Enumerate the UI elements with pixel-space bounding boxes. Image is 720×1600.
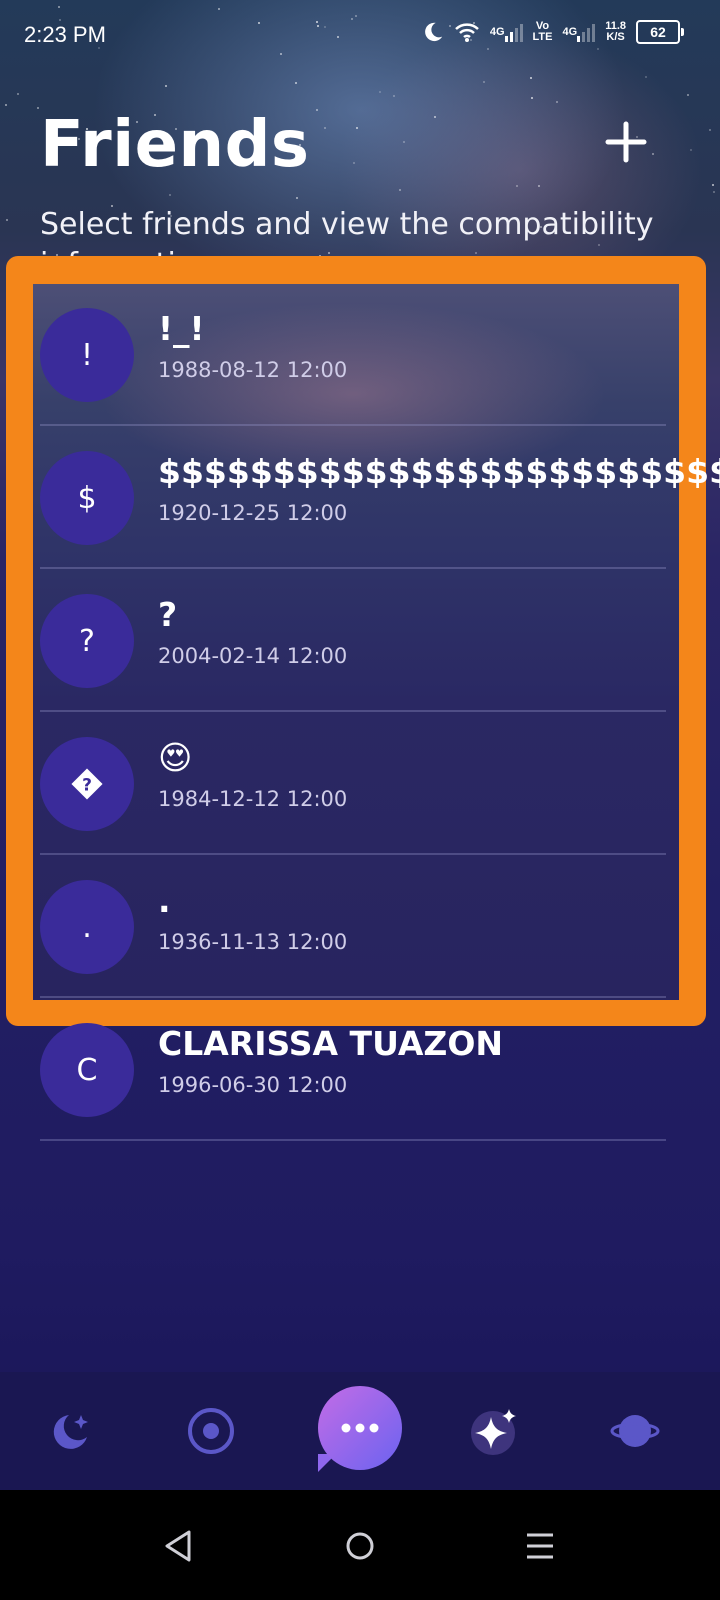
star bbox=[530, 77, 532, 79]
friend-birthdate: 1920-12-25 12:00 bbox=[158, 501, 348, 525]
moon-stars-icon bbox=[53, 1415, 88, 1449]
wifi-icon bbox=[454, 21, 480, 43]
replacement-char-icon: ? bbox=[71, 768, 103, 800]
sparkle-icon bbox=[471, 1409, 516, 1455]
friend-birthdate: 2004-02-14 12:00 bbox=[158, 644, 348, 668]
home-button[interactable] bbox=[332, 1518, 388, 1574]
friend-row[interactable]: . . 1936-11-13 12:00 bbox=[40, 855, 666, 998]
star bbox=[709, 129, 711, 131]
star bbox=[712, 184, 714, 186]
signal-2-icon: 4G bbox=[563, 22, 596, 42]
friend-name: $$$$$$$$$$$$$$$$$$$$$$$$$$ bbox=[158, 452, 720, 491]
star bbox=[6, 219, 8, 221]
volte-icon: Vo LTE bbox=[533, 21, 553, 43]
friend-birthdate: 1936-11-13 12:00 bbox=[158, 930, 348, 954]
network-label-2: 4G bbox=[562, 25, 578, 38]
row-divider bbox=[40, 1139, 666, 1141]
star bbox=[169, 194, 171, 196]
star bbox=[165, 85, 167, 87]
star bbox=[5, 104, 7, 106]
volte-bottom: LTE bbox=[532, 31, 553, 43]
friend-avatar: C bbox=[40, 1023, 134, 1117]
star bbox=[516, 185, 518, 187]
friend-row[interactable]: ? � 😍 1984-12-12 12:00 bbox=[40, 712, 666, 855]
star bbox=[324, 127, 326, 129]
home-icon bbox=[346, 1532, 374, 1560]
friend-birthdate: 1988-08-12 12:00 bbox=[158, 358, 348, 382]
battery-level: 62 bbox=[636, 20, 680, 44]
page-title: Friends bbox=[40, 108, 310, 182]
network-label-1: 4G bbox=[489, 25, 505, 38]
bottom-nav bbox=[0, 1372, 720, 1490]
star bbox=[434, 116, 436, 118]
back-icon bbox=[165, 1530, 191, 1562]
star bbox=[296, 197, 298, 199]
star bbox=[690, 149, 692, 151]
friend-birthdate: 1996-06-30 12:00 bbox=[158, 1073, 348, 1097]
friend-name: ? bbox=[158, 595, 178, 634]
star bbox=[17, 93, 19, 95]
friend-row[interactable]: ? ? 2004-02-14 12:00 bbox=[40, 569, 666, 712]
star bbox=[713, 191, 715, 193]
plus-icon bbox=[605, 121, 647, 163]
recents-button[interactable] bbox=[512, 1518, 568, 1574]
star bbox=[652, 153, 654, 155]
star bbox=[353, 162, 355, 164]
friend-row[interactable]: C CLARISSA TUAZON 1996-06-30 12:00 bbox=[40, 998, 666, 1141]
star bbox=[483, 81, 485, 83]
friend-birthdate: 1984-12-12 12:00 bbox=[158, 787, 348, 811]
system-nav-bar bbox=[0, 1490, 720, 1600]
svg-text:?: ? bbox=[82, 776, 92, 796]
star bbox=[531, 97, 533, 99]
nav-chat-button[interactable] bbox=[318, 1386, 402, 1470]
status-time: 2:23 PM bbox=[24, 22, 106, 47]
back-button[interactable] bbox=[150, 1518, 206, 1574]
friend-avatar: $ bbox=[40, 451, 134, 545]
star bbox=[645, 76, 647, 78]
star bbox=[399, 189, 401, 191]
friend-name: !_! bbox=[158, 309, 205, 348]
menu-icon bbox=[527, 1533, 553, 1559]
friend-row[interactable]: $ $$$$$$$$$$$$$$$$$$$$$$$$$$ 1920-12-25 … bbox=[40, 426, 720, 569]
nav-compatibility[interactable] bbox=[450, 1372, 540, 1490]
star bbox=[295, 82, 297, 84]
nav-target[interactable] bbox=[166, 1372, 256, 1490]
status-bar: 2:23 PM 4G Vo LTE 4G 11.8 K/S 62 bbox=[0, 0, 720, 72]
friend-name: CLARISSA TUAZON bbox=[158, 1024, 503, 1063]
moon-icon bbox=[422, 21, 444, 43]
friend-avatar: ? � bbox=[40, 737, 134, 831]
add-friend-button[interactable] bbox=[602, 118, 650, 166]
star bbox=[379, 91, 381, 93]
chat-bubble-icon bbox=[341, 1423, 379, 1433]
planet-icon bbox=[610, 1415, 660, 1447]
star bbox=[538, 185, 540, 187]
speed-unit: K/S bbox=[606, 31, 625, 43]
battery-icon: 62 bbox=[636, 20, 684, 44]
friend-avatar: . bbox=[40, 880, 134, 974]
star bbox=[556, 101, 558, 103]
star bbox=[687, 94, 689, 96]
star bbox=[403, 141, 405, 143]
target-icon bbox=[188, 1408, 234, 1454]
friend-name: . bbox=[158, 881, 171, 920]
star bbox=[316, 109, 318, 111]
status-icons: 4G Vo LTE 4G 11.8 K/S 62 bbox=[422, 20, 684, 44]
star bbox=[393, 95, 395, 97]
star bbox=[356, 127, 358, 129]
nav-horoscope[interactable] bbox=[26, 1372, 116, 1490]
nav-planet[interactable] bbox=[590, 1372, 680, 1490]
friend-name: 😍 bbox=[158, 738, 193, 777]
friend-row[interactable]: ! !_! 1988-08-12 12:00 bbox=[40, 283, 666, 426]
star bbox=[37, 107, 39, 109]
friend-avatar: ? bbox=[40, 594, 134, 688]
net-speed: 11.8 K/S bbox=[605, 21, 626, 43]
signal-1-icon: 4G bbox=[490, 22, 523, 42]
friend-avatar: ! bbox=[40, 308, 134, 402]
